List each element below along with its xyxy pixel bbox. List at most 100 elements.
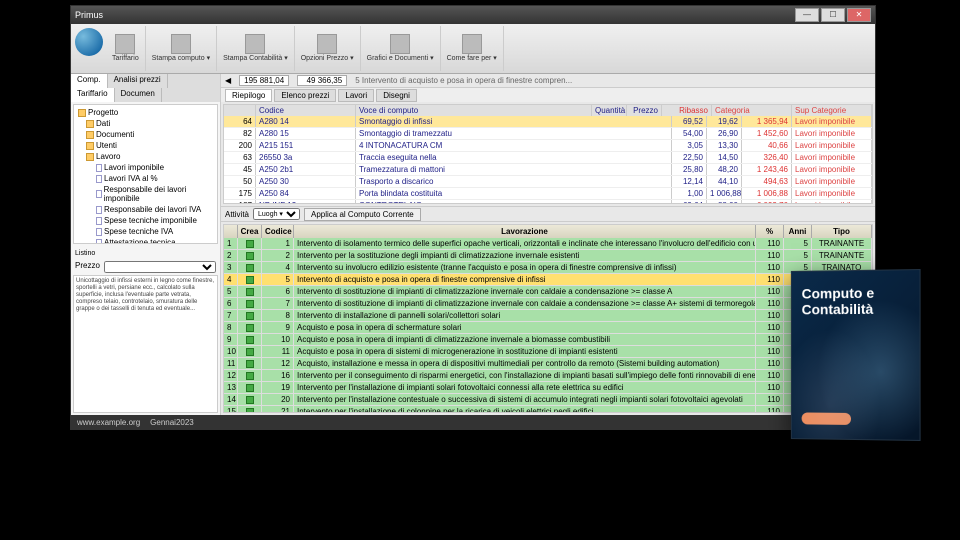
table-row[interactable]: 82A280 15Smontaggio di tramezzatu54,0026…	[224, 128, 872, 140]
checkbox-icon[interactable]	[246, 396, 254, 404]
ribbon-icon	[115, 34, 135, 54]
checkbox-icon[interactable]	[246, 360, 254, 368]
tree-item[interactable]: Documenti	[76, 129, 215, 140]
checkbox-icon[interactable]	[246, 240, 254, 248]
stats-toolbar: ◀ 195 881,04 49 366,35 5 Intervento di a…	[221, 74, 875, 88]
table-row[interactable]: 11Intervento di isolamento termico delle…	[224, 238, 872, 250]
stat-hint: 5 Intervento di acquisto e posa in opera…	[355, 76, 572, 85]
checkbox-icon[interactable]	[246, 288, 254, 296]
sub-tab-0[interactable]: Riepilogo	[225, 89, 272, 102]
table-row[interactable]: 45A250 2b1Tramezzatura di mattoni25,8048…	[224, 164, 872, 176]
lower-grid[interactable]: Crea Codice Lavorazione % Anni Tipo 11In…	[223, 224, 873, 413]
close-button[interactable]: ✕	[847, 8, 871, 22]
doc-icon	[96, 175, 102, 183]
sidebar-sub-tabs: Tariffario Documen	[71, 88, 220, 102]
table-row[interactable]: 45Intervento di acquisto e posa in opera…	[224, 274, 872, 286]
checkbox-icon[interactable]	[246, 276, 254, 284]
table-row[interactable]: 64A280 14Smontaggio di infissi69,5219,62…	[224, 116, 872, 128]
sub-tab-3[interactable]: Disegni	[376, 89, 417, 102]
table-row[interactable]: 56Intervento di sostituzione di impianti…	[224, 286, 872, 298]
folder-icon	[86, 131, 94, 139]
table-row[interactable]: 78Intervento di installazione di pannell…	[224, 310, 872, 322]
checkbox-icon[interactable]	[246, 384, 254, 392]
upper-grid[interactable]: CodiceVoce di computoQuantitàPrezzoRibas…	[223, 104, 873, 204]
tab-documen[interactable]: Documen	[115, 88, 162, 102]
maximize-button[interactable]: ☐	[821, 8, 845, 22]
description-text: Unicottaggio di infissi esterni in legno…	[73, 275, 218, 413]
sub-tabs: RiepilogoElenco prezziLavoriDisegni	[221, 88, 875, 102]
prezzo-label: Prezzo	[75, 261, 100, 273]
ribbon-5[interactable]: Come fare per ▾	[441, 26, 504, 71]
table-row[interactable]: 6326550 3aTraccia eseguita nella22,5014,…	[224, 152, 872, 164]
checkbox-icon[interactable]	[246, 252, 254, 260]
sub-tab-1[interactable]: Elenco prezzi	[274, 89, 336, 102]
minimize-button[interactable]: —	[795, 8, 819, 22]
table-row[interactable]: 34Intervento su involucro edilizio esist…	[224, 262, 872, 274]
tree-item[interactable]: Lavori imponibile	[76, 162, 215, 173]
luoghi-select[interactable]: Luogh ▾	[253, 208, 300, 220]
ribbon-4[interactable]: Grafici e Documenti ▾	[361, 26, 441, 71]
table-row[interactable]: 187NP INF 13CONTROTELAIO69,6488,006 093,…	[224, 200, 872, 204]
statusbar: www.example.org Gennai2023 Refresh	[71, 415, 875, 429]
table-row[interactable]: 67Intervento di sostituzione di impianti…	[224, 298, 872, 310]
sidebar: Comp. Analisi prezzi Tariffario Documen …	[71, 74, 221, 415]
table-row[interactable]: 1420Intervento per l'installazione conte…	[224, 394, 872, 406]
tree-item[interactable]: Dati	[76, 118, 215, 129]
checkbox-icon[interactable]	[246, 264, 254, 272]
checkbox-icon[interactable]	[246, 408, 254, 414]
ribbon-3[interactable]: Opzioni Prezzo ▾	[295, 26, 361, 71]
tree-item[interactable]: Responsabile dei lavori imponibile	[76, 184, 215, 204]
doc-icon	[96, 206, 102, 214]
table-row[interactable]: 50A250 30Trasporto a discarico12,1444,10…	[224, 176, 872, 188]
table-row[interactable]: 910Acquisto e posa in opera di impianti …	[224, 334, 872, 346]
prezzo-select[interactable]	[104, 261, 216, 273]
checkbox-icon[interactable]	[246, 312, 254, 320]
tree-item[interactable]: Spese tecniche IVA	[76, 226, 215, 237]
tree-item[interactable]: Spese tecniche imponibile	[76, 215, 215, 226]
sub-tab-2[interactable]: Lavori	[338, 89, 374, 102]
folder-icon	[78, 109, 86, 117]
applica-button[interactable]: Applica al Computo Corrente	[304, 208, 421, 221]
book-title: Computo e Contabilità	[802, 284, 910, 317]
checkbox-icon[interactable]	[246, 372, 254, 380]
table-row[interactable]: 1216Intervento per il conseguimento di r…	[224, 370, 872, 382]
ribbon-toolbar: TariffarioStampa computo ▾Stampa Contabi…	[71, 24, 875, 74]
checkbox-icon[interactable]	[246, 348, 254, 356]
table-row[interactable]: 1112Acquisto, installazione e messa in o…	[224, 358, 872, 370]
tree-item[interactable]: Progetto	[76, 107, 215, 118]
listino-panel: Listino Prezzo Unicottaggio di infissi e…	[73, 248, 218, 413]
book-cover: Computo e Contabilità	[791, 269, 921, 441]
status-url: www.example.org	[77, 418, 140, 427]
tab-analisi[interactable]: Analisi prezzi	[108, 74, 168, 88]
project-tree[interactable]: ProgettoDatiDocumentiUtentiLavoroLavori …	[73, 104, 218, 244]
table-row[interactable]: 200A215 1514 INTONACATURA CM3,0513,3040,…	[224, 140, 872, 152]
table-row[interactable]: 89Acquisto e posa in opera di schermatur…	[224, 322, 872, 334]
checkbox-icon[interactable]	[246, 324, 254, 332]
table-row[interactable]: 175A250 84Porta blindata costituita1,001…	[224, 188, 872, 200]
ribbon-1[interactable]: Stampa computo ▾	[146, 26, 217, 71]
tab-comp[interactable]: Comp.	[71, 74, 108, 88]
app-orb-icon[interactable]	[75, 28, 103, 56]
tree-item[interactable]: Lavori IVA al %	[76, 173, 215, 184]
table-row[interactable]: 1319Intervento per l'installazione di im…	[224, 382, 872, 394]
tree-item[interactable]: Attestazione tecnica	[76, 237, 215, 244]
tree-item[interactable]: Utenti	[76, 140, 215, 151]
ribbon-2[interactable]: Stampa Contabilità ▾	[217, 26, 295, 71]
tab-tariffario[interactable]: Tariffario	[71, 88, 115, 102]
ribbon-icon	[462, 34, 482, 54]
table-row[interactable]: 22Intervento per la sostituzione degli i…	[224, 250, 872, 262]
doc-icon	[96, 228, 102, 236]
ribbon-0[interactable]: Tariffario	[106, 26, 146, 71]
titlebar: Primus — ☐ ✕	[71, 6, 875, 24]
lower-grid-header: Crea Codice Lavorazione % Anni Tipo	[224, 225, 872, 238]
folder-icon	[86, 142, 94, 150]
stat-right: 49 366,35	[297, 75, 347, 86]
table-row[interactable]: 1011Acquisto e posa in opera di sistemi …	[224, 346, 872, 358]
checkbox-icon[interactable]	[246, 300, 254, 308]
table-row[interactable]: 1521Intervento per l'installazione di co…	[224, 406, 872, 413]
checkbox-icon[interactable]	[246, 336, 254, 344]
tree-item[interactable]: Responsabile dei lavori IVA	[76, 204, 215, 215]
ribbon-icon	[171, 34, 191, 54]
tree-item[interactable]: Lavoro	[76, 151, 215, 162]
prev-button[interactable]: ◀	[225, 76, 231, 85]
